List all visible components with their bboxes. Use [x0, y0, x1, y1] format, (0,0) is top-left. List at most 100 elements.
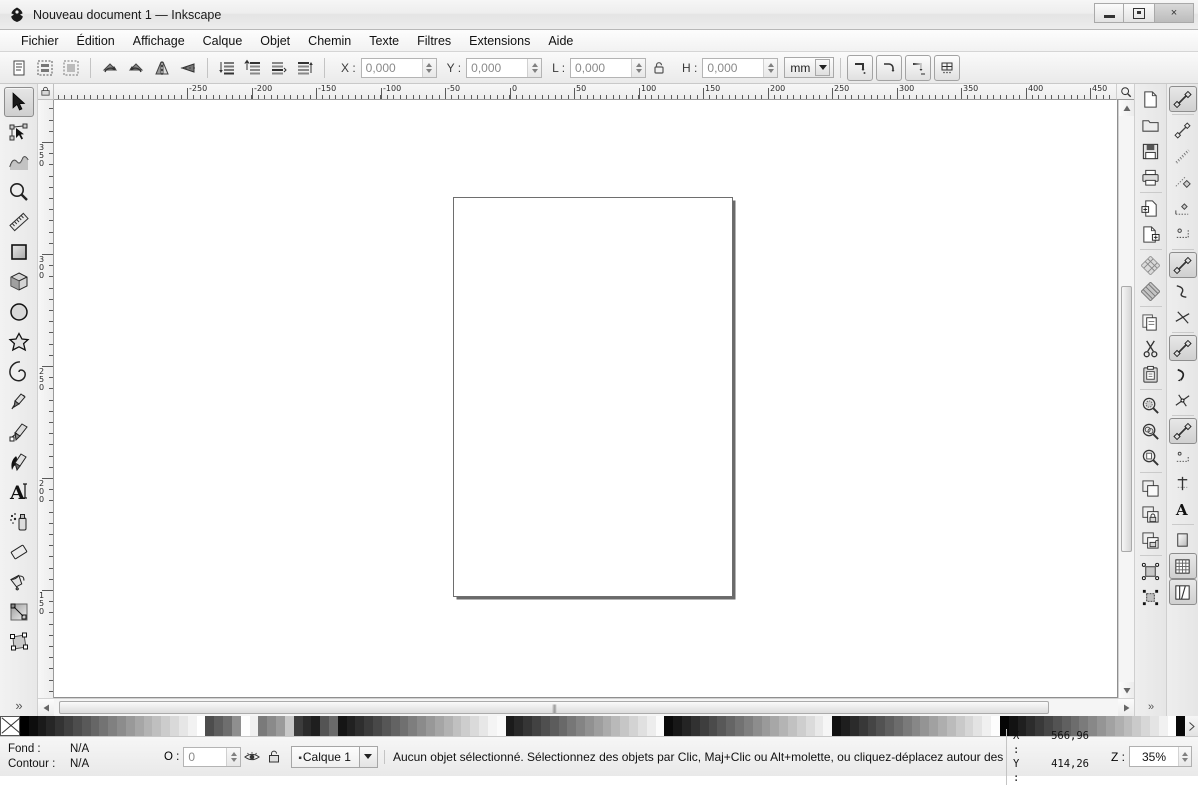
redo-button[interactable]	[1137, 278, 1165, 304]
new-document-button[interactable]	[1137, 86, 1165, 112]
palette-swatch[interactable]	[912, 716, 921, 736]
palette-swatch[interactable]	[1176, 716, 1185, 736]
palette-swatch[interactable]	[1124, 716, 1133, 736]
palette-swatch[interactable]	[1150, 716, 1159, 736]
tool-gradient[interactable]	[4, 597, 34, 627]
palette-swatch[interactable]	[559, 716, 568, 736]
scroll-right-button[interactable]	[1118, 699, 1134, 716]
fill-stroke-indicator[interactable]: Fond : N/A Contour : N/A	[2, 742, 158, 772]
snap-path-intersection-toggle[interactable]	[1169, 304, 1197, 330]
snap-rotation-center-toggle[interactable]	[1169, 470, 1197, 496]
palette-swatch[interactable]	[868, 716, 877, 736]
palette-swatch[interactable]	[797, 716, 806, 736]
tool-zoom[interactable]	[4, 177, 34, 207]
palette-swatch[interactable]	[73, 716, 82, 736]
palette-swatch[interactable]	[682, 716, 691, 736]
snap-page-border-toggle[interactable]	[1169, 527, 1197, 553]
flip-horizontal-button[interactable]	[149, 55, 175, 81]
palette-swatch[interactable]	[1132, 716, 1141, 736]
palette-swatch[interactable]	[603, 716, 612, 736]
palette-swatch[interactable]	[735, 716, 744, 736]
scroll-left-button[interactable]	[38, 699, 54, 716]
zoom-drawing-button[interactable]	[1137, 418, 1165, 444]
palette-swatch[interactable]	[691, 716, 700, 736]
palette-swatch[interactable]	[806, 716, 815, 736]
deselect-button[interactable]	[58, 55, 84, 81]
snap-object-center-toggle[interactable]	[1169, 444, 1197, 470]
snap-text-baseline-toggle[interactable]: A	[1169, 496, 1197, 522]
palette-swatch[interactable]	[232, 716, 241, 736]
palette-swatch[interactable]	[46, 716, 55, 736]
swatch-none[interactable]	[0, 716, 20, 736]
palette-swatch[interactable]	[347, 716, 356, 736]
palette-swatch[interactable]	[1115, 716, 1124, 736]
close-button[interactable]: ×	[1154, 3, 1194, 23]
tool-calligraphy[interactable]	[4, 447, 34, 477]
document-page[interactable]	[453, 197, 733, 597]
palette-swatch[interactable]	[152, 716, 161, 736]
palette-swatch[interactable]	[576, 716, 585, 736]
palette-swatch[interactable]	[338, 716, 347, 736]
palette-swatch[interactable]	[770, 716, 779, 736]
vertical-scroll-thumb[interactable]	[1121, 286, 1132, 552]
snap-enable-toggle[interactable]	[1169, 86, 1197, 112]
palette-swatch[interactable]	[99, 716, 108, 736]
palette-swatch[interactable]	[744, 716, 753, 736]
save-document-button[interactable]	[1137, 138, 1165, 164]
palette-swatch[interactable]	[144, 716, 153, 736]
snap-bbox-center-toggle[interactable]	[1169, 221, 1197, 247]
lower-to-bottom-button[interactable]	[214, 55, 240, 81]
horizontal-scroll-thumb[interactable]: |||	[59, 701, 1049, 714]
menu-fichier[interactable]: Fichier	[12, 32, 68, 50]
zoom-page-icon[interactable]	[1116, 84, 1134, 100]
rotate-90-ccw-button[interactable]	[97, 55, 123, 81]
palette-swatch[interactable]	[1168, 716, 1177, 736]
tool-ellipse[interactable]	[4, 297, 34, 327]
undo-button[interactable]	[1137, 252, 1165, 278]
palette-swatch[interactable]	[311, 716, 320, 736]
layer-lock-icon[interactable]	[264, 747, 284, 767]
snap-bbox-edge-toggle[interactable]	[1169, 143, 1197, 169]
palette-swatch[interactable]	[823, 716, 832, 736]
palette-swatch[interactable]	[788, 716, 797, 736]
palette-swatch[interactable]	[179, 716, 188, 736]
import-button[interactable]	[1137, 195, 1165, 221]
y-input[interactable]	[467, 59, 527, 77]
minimize-button[interactable]	[1094, 3, 1124, 23]
print-document-button[interactable]	[1137, 164, 1165, 190]
palette-swatch[interactable]	[170, 716, 179, 736]
palette-swatch[interactable]	[329, 716, 338, 736]
palette-swatch[interactable]	[903, 716, 912, 736]
width-field[interactable]	[570, 58, 646, 78]
open-document-button[interactable]	[1137, 112, 1165, 138]
palette-swatch[interactable]	[779, 716, 788, 736]
palette-swatch[interactable]	[753, 716, 762, 736]
paste-button[interactable]	[1137, 361, 1165, 387]
palette-swatch[interactable]	[991, 716, 1000, 736]
palette-swatch[interactable]	[664, 716, 673, 736]
palette-swatch[interactable]	[382, 716, 391, 736]
palette-swatch[interactable]	[426, 716, 435, 736]
horizontal-ruler[interactable]: -250-200-150-100-50050100150200250300350…	[54, 84, 1116, 100]
palette-swatch[interactable]	[956, 716, 965, 736]
width-input[interactable]	[571, 59, 631, 77]
palette-swatch[interactable]	[20, 716, 29, 736]
horizontal-scroll-track[interactable]: |||	[54, 699, 1118, 716]
palette-swatch[interactable]	[885, 716, 894, 736]
width-stepper[interactable]	[631, 59, 645, 77]
palette-swatch[interactable]	[815, 716, 824, 736]
horizontal-scrollbar[interactable]: |||	[38, 698, 1134, 716]
zoom-stepper[interactable]	[1178, 747, 1191, 766]
palette-swatch[interactable]	[647, 716, 656, 736]
drawing-canvas[interactable]	[54, 100, 1118, 698]
affect-rounded-corners-toggle[interactable]	[876, 55, 902, 81]
palette-swatch[interactable]	[673, 716, 682, 736]
palette-swatch[interactable]	[408, 716, 417, 736]
lower-button[interactable]	[240, 55, 266, 81]
palette-swatch[interactable]	[982, 716, 991, 736]
snap-midpoints-toggle[interactable]	[1169, 387, 1197, 413]
palette-swatch[interactable]	[285, 716, 294, 736]
palette-swatch[interactable]	[373, 716, 382, 736]
snap-guide-toggle[interactable]	[1169, 579, 1197, 605]
palette-swatch[interactable]	[91, 716, 100, 736]
